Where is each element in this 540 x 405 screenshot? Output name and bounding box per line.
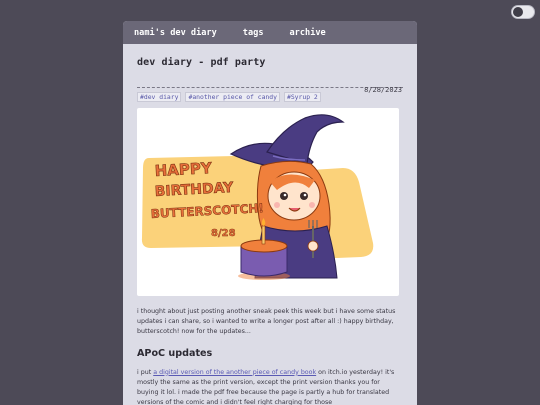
witch-birthday-drawing: HAPPY BIRTHDAY BUTTERSCOTCH! 8/28: [141, 114, 374, 280]
witch-right-blush: [309, 202, 315, 208]
post-content: dev diary - pdf party 8/28/2023 #dev dia…: [123, 57, 417, 405]
nav-tags-link[interactable]: tags: [243, 28, 264, 38]
birthday-illustration: HAPPY BIRTHDAY BUTTERSCOTCH! 8/28: [137, 108, 399, 296]
illus-date-text: 8/28: [211, 228, 236, 239]
witch-right-eye-shine: [303, 193, 307, 197]
witch-left-eye-shine: [283, 193, 287, 197]
theme-toggle[interactable]: [511, 5, 535, 19]
tag-dev-diary[interactable]: #dev diary: [137, 92, 182, 102]
post-title: dev diary - pdf party: [137, 57, 266, 68]
illus-text-line-1: HAPPY: [154, 159, 213, 180]
nav-home-link[interactable]: nami's dev diary: [134, 28, 217, 38]
top-nav: nami's dev diary tags archive: [123, 21, 417, 44]
nav-archive-link[interactable]: archive: [290, 28, 326, 38]
section-heading: APoC updates: [137, 347, 213, 359]
post-intro: i thought about just posting another sne…: [137, 308, 396, 336]
witch-right-eye: [300, 192, 308, 200]
section-text-before: i put: [137, 368, 154, 376]
candy-book-link[interactable]: a digital version of the another piece o…: [153, 369, 316, 376]
diary-card: nami's dev diary tags archive dev diary …: [123, 21, 417, 405]
witch-left-eye: [280, 192, 288, 200]
post-date: 8/28/2023: [364, 86, 402, 94]
post-meta: 8/28/2023: [137, 77, 403, 94]
cake-candle: [261, 225, 266, 245]
tag-another-piece-of-candy[interactable]: #another piece of candy: [185, 92, 280, 102]
toggle-knob: [513, 7, 523, 17]
witch-hand: [307, 240, 319, 252]
section-paragraph: i put a digital version of the another p…: [137, 368, 403, 405]
witch-left-blush: [274, 202, 280, 208]
tag-syrup-2[interactable]: #Syrup 2: [283, 92, 321, 102]
